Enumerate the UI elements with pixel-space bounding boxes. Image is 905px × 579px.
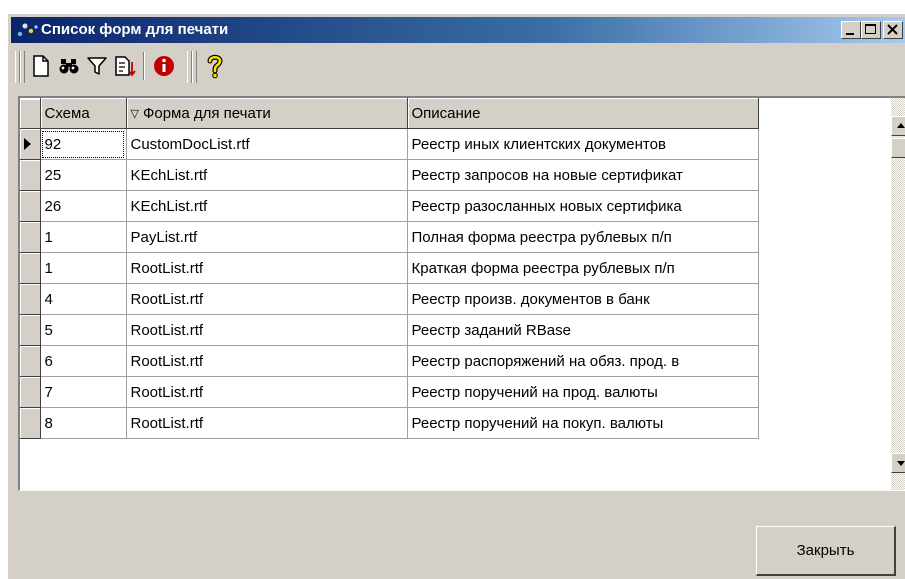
cell-description[interactable]: Реестр произв. документов в банк [407, 283, 759, 315]
find-button[interactable] [56, 53, 82, 79]
toolbar-grip[interactable] [20, 51, 25, 83]
table-row[interactable]: 7 RootList.rtf Реестр поручений на прод.… [20, 376, 759, 408]
column-header-scheme[interactable]: Схема [40, 98, 127, 129]
sort-icon [115, 56, 136, 77]
cell-form[interactable]: RootList.rtf [126, 376, 408, 408]
table-row[interactable]: 1 RootList.rtf Краткая форма реестра руб… [20, 252, 759, 284]
cell-form[interactable]: KEchList.rtf [126, 159, 408, 191]
row-indicator[interactable] [20, 376, 41, 408]
help-button[interactable] [202, 53, 228, 79]
filter-icon [87, 57, 107, 75]
cell-form[interactable]: RootList.rtf [126, 407, 408, 439]
cell-description[interactable]: Полная форма реестра рублевых п/п [407, 221, 759, 253]
close-icon [887, 24, 898, 35]
table-row[interactable]: 6 RootList.rtf Реестр распоряжений на об… [20, 345, 759, 377]
cell-scheme[interactable]: 6 [40, 345, 127, 377]
close-button[interactable]: Закрыть [756, 526, 896, 576]
row-indicator[interactable] [20, 159, 41, 191]
cell-form[interactable]: RootList.rtf [126, 314, 408, 346]
maximize-button[interactable] [861, 21, 881, 39]
cell-form[interactable]: KEchList.rtf [126, 190, 408, 222]
cell-form[interactable]: CustomDocList.rtf [126, 128, 408, 160]
indicator-header [20, 98, 41, 129]
vertical-scrollbar[interactable] [891, 98, 905, 490]
table-row[interactable]: 8 RootList.rtf Реестр поручений на покуп… [20, 407, 759, 439]
table-row[interactable]: 26 KEchList.rtf Реестр разосланных новых… [20, 190, 759, 222]
cell-description[interactable]: Реестр разосланных новых сертифика [407, 190, 759, 222]
column-header-label: Схема [44, 105, 90, 122]
forms-table: Схема ▽ Форма для печати Описание 92 Cust… [20, 98, 759, 439]
cell-description[interactable]: Реестр поручений на покуп. валюты [407, 407, 759, 439]
cell-description[interactable]: Реестр иных клиентских документов [407, 128, 759, 160]
header-row: Схема ▽ Форма для печати Описание [20, 98, 759, 129]
info-icon [154, 56, 174, 76]
row-indicator[interactable] [20, 345, 41, 377]
cell-description[interactable]: Реестр распоряжений на обяз. прод. в [407, 345, 759, 377]
binoculars-icon [59, 59, 79, 74]
cell-description[interactable]: Реестр запросов на новые сертификат [407, 159, 759, 191]
help-icon [207, 54, 223, 79]
maximize-icon [865, 24, 876, 34]
current-row-arrow-icon [24, 138, 31, 150]
close-window-button[interactable] [883, 21, 903, 39]
row-indicator[interactable] [20, 407, 41, 439]
cell-scheme[interactable]: 26 [40, 190, 127, 222]
minimize-button[interactable] [841, 21, 861, 39]
cell-scheme[interactable]: 8 [40, 407, 127, 439]
row-indicator[interactable] [20, 128, 41, 160]
filter-button[interactable] [84, 53, 110, 79]
forms-grid[interactable]: Схема ▽ Форма для печати Описание 92 Cust… [18, 96, 905, 491]
cell-scheme[interactable]: 25 [40, 159, 127, 191]
row-indicator[interactable] [20, 283, 41, 315]
new-document-icon [33, 55, 49, 77]
row-indicator[interactable] [20, 221, 41, 253]
row-indicator[interactable] [20, 252, 41, 284]
scroll-up-arrow-icon [897, 123, 905, 128]
info-button[interactable] [151, 53, 177, 79]
table-row[interactable]: 5 RootList.rtf Реестр заданий RBase [20, 314, 759, 346]
table-row[interactable]: 92 CustomDocList.rtf Реестр иных клиентс… [20, 128, 759, 160]
window-title: Список форм для печати [41, 21, 229, 38]
column-header-form[interactable]: ▽ Форма для печати [126, 98, 408, 129]
scroll-down-button[interactable] [891, 453, 905, 473]
cell-scheme[interactable]: 5 [40, 314, 127, 346]
table-row[interactable]: 1 PayList.rtf Полная форма реестра рубле… [20, 221, 759, 253]
sort-down-triangle-icon: ▽ [130, 108, 139, 120]
toolbar-grip[interactable] [192, 51, 197, 83]
table-row[interactable]: 25 KEchList.rtf Реестр запросов на новые… [20, 159, 759, 191]
scrollbar-thumb[interactable] [891, 138, 905, 158]
new-document-button[interactable] [28, 53, 54, 79]
row-indicator[interactable] [20, 190, 41, 222]
cell-scheme[interactable]: 1 [40, 221, 127, 253]
toolbar-separator [143, 52, 145, 80]
app-icon [17, 23, 38, 37]
cell-scheme[interactable]: 4 [40, 283, 127, 315]
scroll-up-button[interactable] [891, 116, 905, 136]
minimize-icon [846, 33, 854, 35]
cell-form[interactable]: PayList.rtf [126, 221, 408, 253]
cell-form[interactable]: RootList.rtf [126, 283, 408, 315]
column-header-description[interactable]: Описание [407, 98, 759, 129]
sort-button[interactable] [112, 53, 138, 79]
scroll-down-arrow-icon [897, 461, 905, 466]
title-bar[interactable]: Список форм для печати [11, 17, 905, 43]
cell-form[interactable]: RootList.rtf [126, 252, 408, 284]
row-indicator[interactable] [20, 314, 41, 346]
column-header-label: Форма для печати [142, 105, 271, 122]
cell-scheme[interactable]: 7 [40, 376, 127, 408]
table-row[interactable]: 4 RootList.rtf Реестр произв. документов… [20, 283, 759, 315]
toolbar [11, 45, 901, 89]
print-forms-window: Список форм для печати Схема ▽ Форма для… [7, 13, 905, 579]
cell-scheme[interactable]: 92 [40, 128, 127, 160]
column-header-label: Описание [411, 105, 481, 122]
cell-scheme[interactable]: 1 [40, 252, 127, 284]
cell-description[interactable]: Реестр заданий RBase [407, 314, 759, 346]
cell-description[interactable]: Краткая форма реестра рублевых п/п [407, 252, 759, 284]
cell-description[interactable]: Реестр поручений на прод. валюты [407, 376, 759, 408]
cell-form[interactable]: RootList.rtf [126, 345, 408, 377]
